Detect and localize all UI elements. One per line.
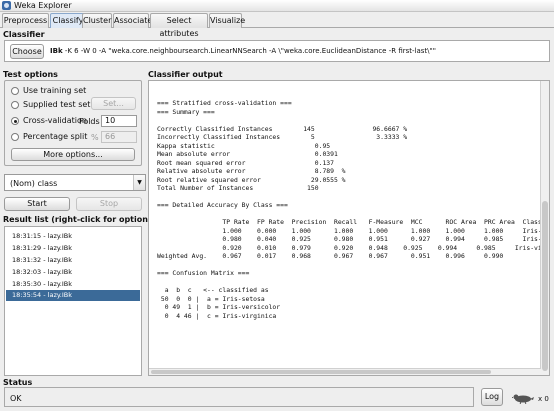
cross-validation-option[interactable]: Cross-validation (11, 116, 87, 125)
test-options-title: Test options (3, 70, 58, 79)
horizontal-scrollbar[interactable] (149, 368, 541, 375)
tab-bar: Preprocess Classify Cluster Associate Se… (0, 12, 554, 38)
tab-classify[interactable]: Classify (50, 13, 86, 28)
weka-app-icon (2, 1, 11, 10)
chevron-down-icon[interactable]: ▼ (133, 175, 145, 190)
list-item-selected[interactable]: 18:35:54 - lazy.IBk (6, 290, 140, 301)
classifier-output-panel[interactable]: === Stratified cross-validation === === … (148, 80, 550, 376)
radio-icon[interactable] (11, 86, 19, 95)
weka-bird-icon (512, 394, 534, 404)
classifier-panel: Choose IBk -K 6 -W 0 -A "weka.core.neigh… (4, 40, 550, 62)
classifier-section-title: Classifier (3, 30, 45, 39)
percentage-split-label: Percentage split (23, 132, 88, 141)
tab-visualize[interactable]: Visualize (209, 13, 245, 28)
test-options-panel: Use training set Supplied test set Set..… (4, 80, 142, 166)
list-item[interactable]: 18:31:15 - lazy.IBk (6, 231, 140, 242)
supplied-test-set-label: Supplied test set (23, 100, 91, 109)
scroll-thumb[interactable] (542, 201, 548, 371)
list-item[interactable]: 18:32:03 - lazy.IBk (6, 267, 140, 278)
set-button[interactable]: Set... (91, 97, 136, 110)
radio-icon[interactable] (11, 100, 19, 109)
supplied-test-set-option[interactable]: Supplied test set (11, 100, 90, 109)
list-item[interactable]: 18:31:29 - lazy.IBk (6, 243, 140, 254)
percent-symbol: % (91, 133, 99, 142)
use-training-set-label: Use training set (23, 86, 87, 95)
choose-button[interactable]: Choose (10, 44, 44, 59)
class-select-value: (Nom) class (10, 179, 58, 188)
more-options-button[interactable]: More options... (11, 148, 135, 161)
status-bar: OK (4, 387, 474, 407)
tab-cluster[interactable]: Cluster (82, 13, 112, 28)
window-title: Weka Explorer (14, 1, 72, 10)
folds-label: Folds (79, 117, 100, 126)
classifier-options: -K 6 -W 0 -A "weka.core.neighboursearch.… (62, 47, 436, 55)
vertical-scrollbar[interactable] (540, 81, 549, 375)
task-count: x 0 (538, 395, 549, 403)
classifier-output-title: Classifier output (148, 70, 223, 79)
percentage-split-option[interactable]: Percentage split (11, 132, 87, 141)
result-list[interactable]: 18:31:15 - lazy.IBk 18:31:29 - lazy.IBk … (4, 226, 142, 376)
radio-selected-icon[interactable] (11, 116, 19, 125)
classifier-name: IBk (50, 47, 63, 55)
classifier-output-text: === Stratified cross-validation === === … (157, 99, 550, 320)
title-bar: Weka Explorer (0, 0, 554, 12)
tab-preprocess[interactable]: Preprocess (2, 13, 49, 28)
status-text: OK (10, 394, 22, 403)
list-item[interactable]: 18:35:30 - lazy.IBk (6, 279, 140, 290)
start-button[interactable]: Start (4, 197, 70, 211)
folds-input[interactable]: 10 (101, 115, 137, 127)
cross-validation-label: Cross-validation (23, 116, 87, 125)
percent-input[interactable]: 66 (101, 131, 137, 143)
log-button[interactable]: Log (481, 388, 503, 406)
classifier-spec[interactable]: IBk -K 6 -W 0 -A "weka.core.neighboursea… (50, 47, 436, 55)
tab-associate[interactable]: Associate (113, 13, 152, 28)
radio-icon[interactable] (11, 132, 19, 141)
list-item[interactable]: 18:31:32 - lazy.IBk (6, 255, 140, 266)
use-training-set-option[interactable]: Use training set (11, 86, 86, 95)
result-list-title: Result list (right-click for options) (3, 215, 157, 224)
stop-button[interactable]: Stop (76, 197, 142, 211)
scroll-thumb[interactable] (151, 370, 491, 374)
class-select[interactable]: (Nom) class ▼ (4, 174, 146, 191)
tab-select-attributes[interactable]: Select attributes (150, 13, 208, 38)
status-title: Status (3, 378, 33, 387)
